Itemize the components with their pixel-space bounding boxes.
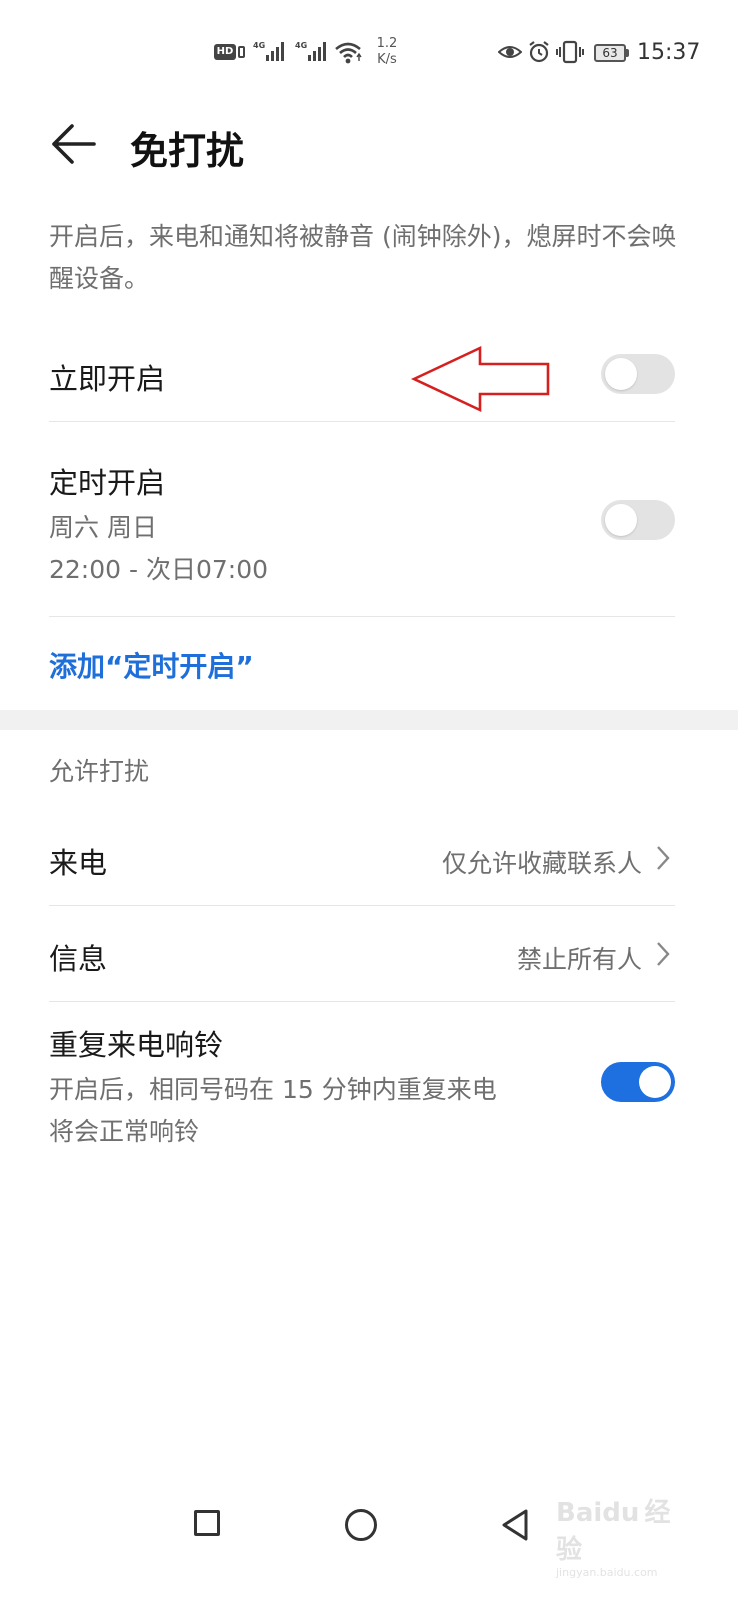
divider <box>49 421 675 422</box>
page-title: 免打扰 <box>130 129 245 173</box>
messages-value[interactable]: 禁止所有人 <box>517 940 642 976</box>
vibrate-icon <box>556 40 584 64</box>
repeat-calls-desc-line1: 开启后，相同号码在 15 分钟内重复来电 <box>49 1075 497 1104</box>
signal-icon-2: 4G <box>295 41 326 61</box>
calls-value[interactable]: 仅允许收藏联系人 <box>442 844 642 880</box>
network-speed-unit: K/s <box>377 52 397 67</box>
dnd-description: 开启后，来电和通知将被静音 (闹钟除外)，熄屏时不会唤醒设备。 <box>49 222 677 293</box>
immediate-label: 立即开启 <box>49 362 166 396</box>
signal-icon: 4G <box>253 41 284 61</box>
hd-sim-icon <box>238 46 245 58</box>
baidu-watermark: Baidu 经验 jingyan.baidu.com <box>556 1492 696 1579</box>
toggle-knob <box>605 358 637 390</box>
watermark-brand: Baidu <box>556 1498 640 1528</box>
watermark-domain: jingyan.baidu.com <box>556 1566 658 1579</box>
scheduled-label: 定时开启 <box>49 466 166 500</box>
divider <box>49 905 675 906</box>
annotation-arrow <box>410 345 550 413</box>
repeat-calls-desc-line2: 将会正常响铃 <box>49 1117 200 1146</box>
network-label: 4G <box>253 41 265 50</box>
recent-apps-button[interactable] <box>194 1510 220 1536</box>
wifi-icon <box>335 42 362 64</box>
network-speed: 1.2 K/s <box>372 36 402 68</box>
network-speed-value: 1.2 <box>376 36 398 51</box>
battery-icon: 63 <box>594 44 626 62</box>
eye-comfort-icon <box>498 46 522 58</box>
back-button[interactable] <box>500 1508 530 1542</box>
messages-label: 信息 <box>49 942 108 976</box>
chevron-right-icon <box>657 846 670 870</box>
network-label-2: 4G <box>295 41 307 50</box>
home-button[interactable] <box>345 1509 377 1541</box>
divider <box>49 1001 675 1002</box>
back-arrow-icon[interactable] <box>50 122 96 166</box>
section-separator <box>0 710 738 730</box>
status-bar: HD 4G 4G 1.2 K/s 63 15:37 <box>0 30 738 74</box>
battery-tip <box>626 49 629 57</box>
repeat-calls-toggle[interactable] <box>601 1062 675 1102</box>
immediate-toggle[interactable] <box>601 354 675 394</box>
chevron-right-icon <box>657 942 670 966</box>
divider <box>49 616 675 617</box>
repeat-calls-label: 重复来电响铃 <box>49 1028 224 1062</box>
clock: 15:37 <box>637 40 701 65</box>
alarm-icon <box>529 41 549 63</box>
calls-label: 来电 <box>49 846 108 880</box>
add-schedule-link[interactable]: 添加“定时开启” <box>49 645 254 685</box>
scheduled-days: 周六 周日 <box>49 513 157 542</box>
scheduled-toggle[interactable] <box>601 500 675 540</box>
scheduled-time-range: 22:00 - 次日07:00 <box>49 555 269 584</box>
hd-voice-icon: HD <box>214 44 236 60</box>
toggle-knob <box>605 504 637 536</box>
toggle-knob <box>639 1066 671 1098</box>
allow-section-title: 允许打扰 <box>49 757 150 786</box>
